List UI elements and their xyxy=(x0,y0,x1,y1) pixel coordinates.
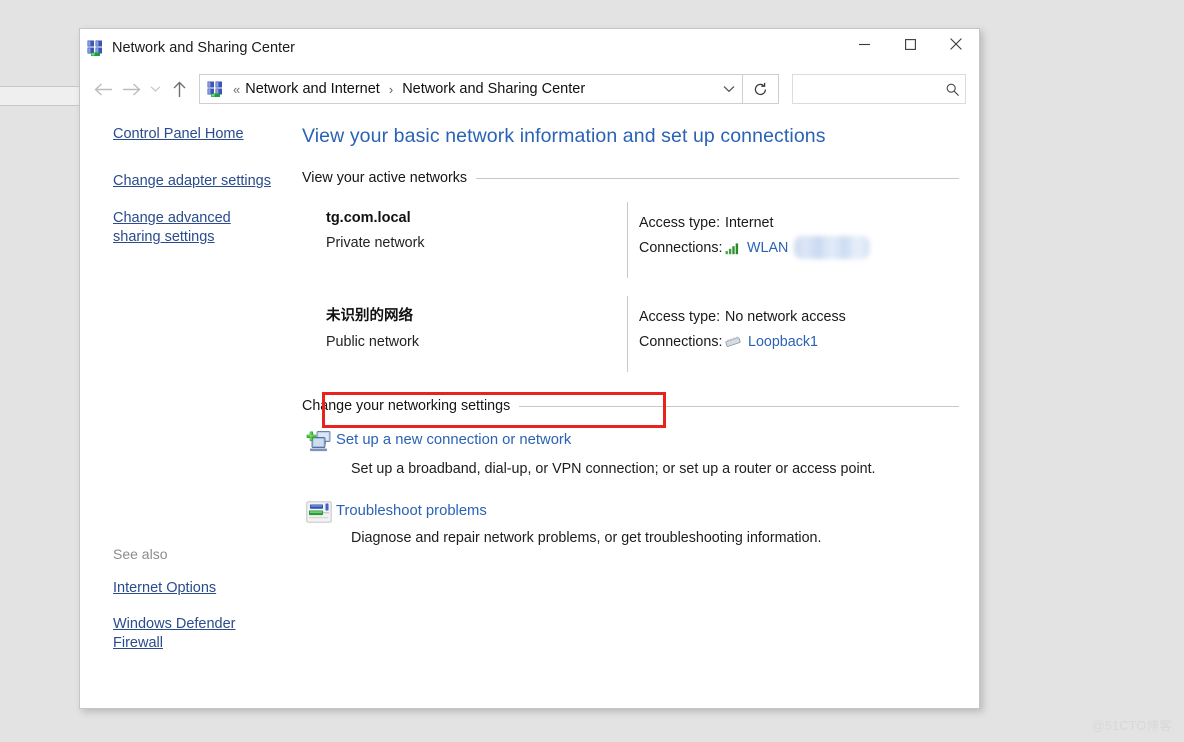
network-name: tg.com.local xyxy=(326,210,411,226)
section-divider xyxy=(519,405,959,407)
title-bar: Network and Sharing Center xyxy=(80,29,979,67)
sidebar-item-change-advanced-sharing-settings[interactable]: Change advanced sharing settings xyxy=(113,209,273,247)
troubleshoot-icon xyxy=(302,499,336,523)
minimize-button[interactable] xyxy=(841,29,887,59)
connections-row: Connections: Loopback1 xyxy=(639,329,959,354)
window-body: Control Panel Home Change adapter settin… xyxy=(80,111,979,708)
close-button[interactable] xyxy=(933,29,979,59)
sidebar: Control Panel Home Change adapter settin… xyxy=(80,111,302,708)
network-icon xyxy=(87,40,104,57)
search-input[interactable] xyxy=(793,80,939,98)
up-arrow-icon[interactable] xyxy=(165,75,193,103)
maximize-button[interactable] xyxy=(887,29,933,59)
new-connection-icon xyxy=(302,428,336,454)
back-arrow-icon[interactable] xyxy=(89,75,117,103)
refresh-icon[interactable] xyxy=(743,74,779,104)
connections-label: Connections: xyxy=(639,333,723,350)
main-content: View your basic network information and … xyxy=(302,111,979,708)
network-icon xyxy=(207,81,224,98)
sidebar-item-change-adapter-settings[interactable]: Change adapter settings xyxy=(113,172,273,191)
chevron-down-icon[interactable] xyxy=(716,75,742,103)
task-link-setup-new-connection[interactable]: Set up a new connection or network xyxy=(336,428,571,448)
address-bar[interactable]: « Network and Internet › Network and Sha… xyxy=(199,74,743,104)
access-type-row: Access type: No network access xyxy=(639,304,959,329)
redacted-network-name xyxy=(794,236,871,259)
task-troubleshoot-problems[interactable]: Troubleshoot problems xyxy=(302,499,959,523)
access-type-value: Internet xyxy=(725,214,774,231)
page-title: View your basic network information and … xyxy=(302,125,826,147)
section-divider xyxy=(476,177,959,179)
navigation-bar: « Network and Internet › Network and Sha… xyxy=(80,67,979,111)
change-settings-heading: Change your networking settings xyxy=(302,398,959,414)
task-description-troubleshoot-problems: Diagnose and repair network problems, or… xyxy=(351,530,822,546)
access-type-label: Access type: xyxy=(639,214,721,231)
section-heading-label: Change your networking settings xyxy=(302,398,511,414)
window-title: Network and Sharing Center xyxy=(112,40,295,56)
ethernet-cable-icon xyxy=(725,335,742,349)
connection-link-loopback1[interactable]: Loopback1 xyxy=(748,334,818,350)
recent-locations-chevron-down-icon[interactable] xyxy=(145,75,165,103)
search-icon[interactable] xyxy=(939,82,965,97)
see-also-section: See also Internet Options Windows Defend… xyxy=(113,546,273,670)
network-details: Access type: Internet Connections: WLAN xyxy=(627,202,959,278)
task-description-setup-new-connection: Set up a broadband, dial-up, or VPN conn… xyxy=(351,461,876,477)
connections-row: Connections: WLAN xyxy=(639,235,959,260)
network-type: Public network xyxy=(326,334,419,350)
network-sharing-center-window: Network and Sharing Center « Network and… xyxy=(79,28,980,709)
access-type-label: Access type: xyxy=(639,308,721,325)
network-type: Private network xyxy=(326,235,425,251)
network-row: tg.com.local Private network Access type… xyxy=(302,202,959,278)
see-also-label: See also xyxy=(113,546,168,562)
connections-label: Connections: xyxy=(639,239,723,256)
forward-arrow-icon[interactable] xyxy=(117,75,145,103)
network-name: 未识别的网络 xyxy=(326,308,413,324)
sidebar-item-windows-defender-firewall[interactable]: Windows Defender Firewall xyxy=(113,615,273,653)
change-settings-section: Change your networking settings Set up a… xyxy=(302,398,959,546)
breadcrumb-item-network-and-internet[interactable]: Network and Internet xyxy=(243,81,382,97)
search-box[interactable] xyxy=(792,74,966,104)
active-networks-heading: View your active networks xyxy=(302,170,959,186)
network-details: Access type: No network access Connectio… xyxy=(627,296,959,372)
network-identity: tg.com.local Private network xyxy=(302,202,627,278)
sidebar-item-control-panel-home[interactable]: Control Panel Home xyxy=(113,125,273,144)
sidebar-item-internet-options[interactable]: Internet Options xyxy=(113,579,273,598)
breadcrumb-item-network-and-sharing-center[interactable]: Network and Sharing Center xyxy=(400,81,587,97)
network-row: 未识别的网络 Public network Access type: No ne… xyxy=(302,296,959,372)
watermark: @51CTO博客 xyxy=(1091,719,1172,733)
breadcrumb-separator: › xyxy=(388,81,394,97)
window-controls xyxy=(841,29,979,67)
breadcrumb-prefix: « xyxy=(233,81,241,97)
access-type-value: No network access xyxy=(725,308,846,325)
access-type-row: Access type: Internet xyxy=(639,210,959,235)
task-link-troubleshoot-problems[interactable]: Troubleshoot problems xyxy=(336,499,487,519)
connection-link-wlan[interactable]: WLAN xyxy=(747,240,788,256)
task-setup-new-connection[interactable]: Set up a new connection or network xyxy=(302,428,959,454)
section-heading-label: View your active networks xyxy=(302,170,468,186)
wifi-signal-icon xyxy=(725,241,741,255)
network-identity: 未识别的网络 Public network xyxy=(302,296,627,372)
